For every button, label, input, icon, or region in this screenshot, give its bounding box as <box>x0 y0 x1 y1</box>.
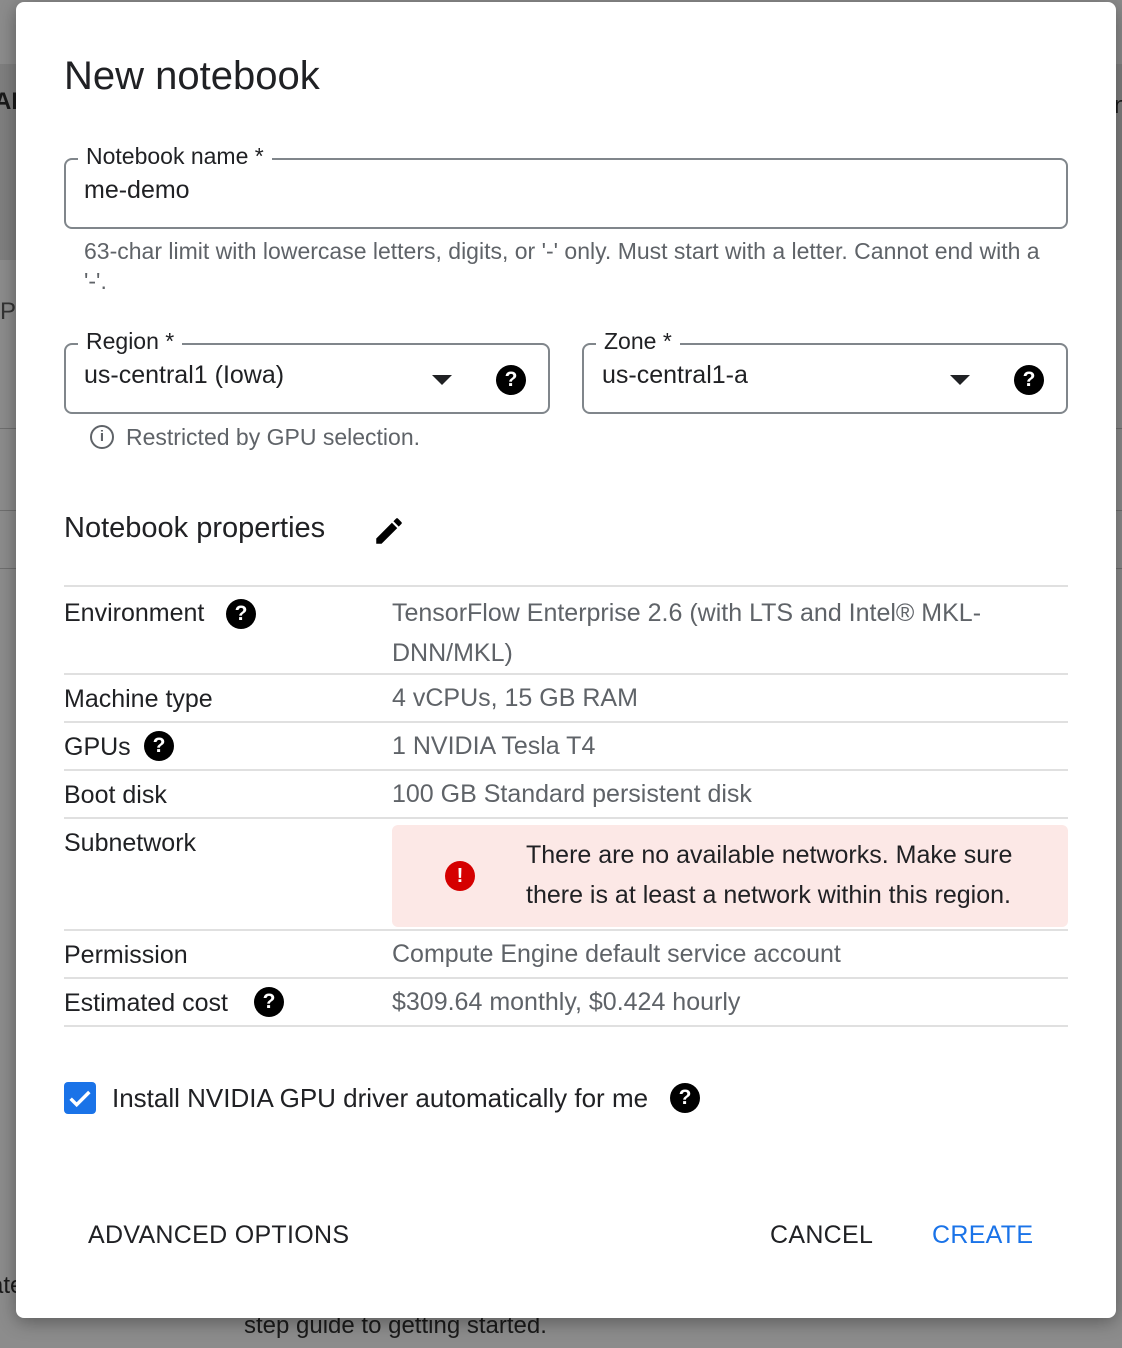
help-icon[interactable]: ? <box>144 731 174 761</box>
zone-select[interactable]: Zone * us-central1-a ? <box>582 328 1068 414</box>
region-value: us-central1 (Iowa) <box>84 361 285 389</box>
background-text-fragment: P <box>0 298 17 325</box>
permission-label: Permission <box>64 941 188 969</box>
cancel-button[interactable]: CANCEL <box>764 1220 879 1251</box>
estimated-cost-value: $309.64 monthly, $0.424 hourly <box>392 988 741 1016</box>
subnetwork-label: Subnetwork <box>64 829 197 857</box>
gpus-label: GPUs <box>64 733 131 761</box>
gpus-value: 1 NVIDIA Tesla T4 <box>392 732 596 760</box>
zone-label: Zone * <box>596 328 680 355</box>
notebook-name-field[interactable]: Notebook name * me-demo <box>64 143 1068 229</box>
gpu-driver-label[interactable]: Install NVIDIA GPU driver automatically … <box>112 1083 648 1114</box>
create-button[interactable]: CREATE <box>926 1220 1039 1251</box>
notebook-name-input[interactable]: me-demo <box>84 176 190 205</box>
boot-disk-row: Boot disk 100 GB Standard persistent dis… <box>64 771 1068 817</box>
help-icon[interactable]: ? <box>670 1083 700 1113</box>
machine-type-label: Machine type <box>64 685 213 713</box>
region-label: Region * <box>78 328 183 355</box>
estimated-cost-label: Estimated cost <box>64 989 228 1017</box>
gpu-driver-checkbox[interactable] <box>64 1082 96 1114</box>
help-icon[interactable]: ? <box>496 365 526 395</box>
help-icon[interactable]: ? <box>1014 365 1044 395</box>
subnetwork-error-banner: ! There are no available networks. Make … <box>392 825 1068 927</box>
permission-row: Permission Compute Engine default servic… <box>64 931 1068 977</box>
gpus-row: GPUs ? 1 NVIDIA Tesla T4 <box>64 723 1068 769</box>
properties-title: Notebook properties <box>64 512 326 544</box>
permission-value: Compute Engine default service account <box>392 940 841 968</box>
edit-pencil-icon[interactable] <box>372 514 406 548</box>
environment-value: TensorFlow Enterprise 2.6 (with LTS and … <box>392 599 982 667</box>
checkmark-icon <box>69 1090 91 1108</box>
new-notebook-dialog: New notebook Notebook name * me-demo 63-… <box>16 2 1116 1318</box>
machine-type-value: 4 vCPUs, 15 GB RAM <box>392 684 638 712</box>
advanced-options-button[interactable]: ADVANCED OPTIONS <box>82 1220 355 1251</box>
row-divider <box>64 1025 1068 1027</box>
notebook-name-label: Notebook name * <box>78 143 272 170</box>
region-select[interactable]: Region * us-central1 (Iowa) ? <box>64 328 550 414</box>
subnetwork-error-text: There are no available networks. Make su… <box>526 841 1013 909</box>
boot-disk-value: 100 GB Standard persistent disk <box>392 780 752 808</box>
help-icon[interactable]: ? <box>226 599 256 629</box>
notebook-name-hint: 63-char limit with lowercase letters, di… <box>84 238 1040 294</box>
dialog-title: New notebook <box>64 54 320 98</box>
environment-label: Environment <box>64 599 205 627</box>
boot-disk-label: Boot disk <box>64 781 167 809</box>
machine-type-row: Machine type 4 vCPUs, 15 GB RAM <box>64 675 1068 721</box>
restriction-note: Restricted by GPU selection. <box>126 424 421 450</box>
properties-table: Environment ? TensorFlow Enterprise 2.6 … <box>64 585 1068 1027</box>
chevron-down-icon[interactable] <box>950 375 970 385</box>
error-icon: ! <box>445 861 475 891</box>
info-icon: i <box>90 425 114 449</box>
help-icon[interactable]: ? <box>254 987 284 1017</box>
chevron-down-icon[interactable] <box>432 375 452 385</box>
estimated-cost-row: Estimated cost ? $309.64 monthly, $0.424… <box>64 979 1068 1025</box>
subnetwork-row: Subnetwork ! There are no available netw… <box>64 819 1068 929</box>
zone-value: us-central1-a <box>602 361 748 389</box>
environment-row: Environment ? TensorFlow Enterprise 2.6 … <box>64 587 1068 673</box>
